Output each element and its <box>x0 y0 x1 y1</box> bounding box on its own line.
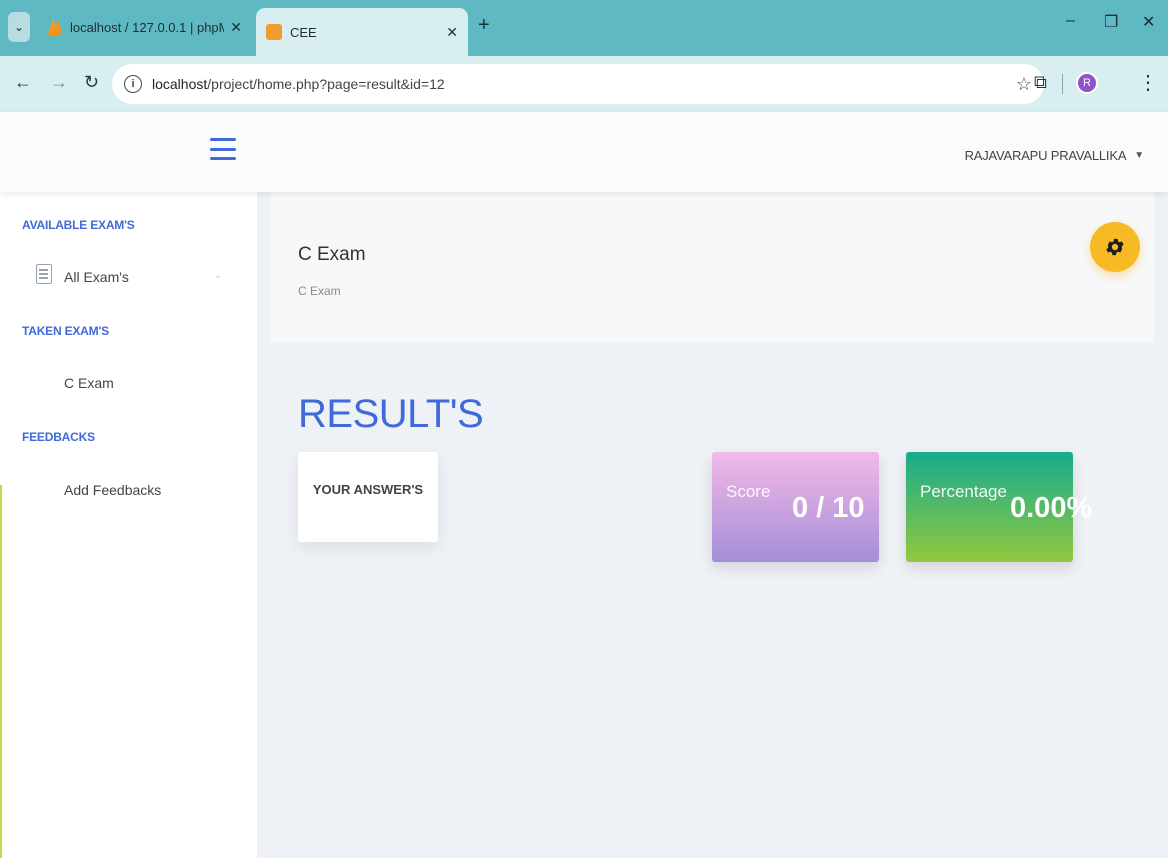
tab-title: localhost / 127.0.0.1 | phpMyAdmin <box>70 19 225 35</box>
sidebar-heading-feedbacks: FEEDBACKS <box>22 430 95 444</box>
left-edge-strip <box>0 485 2 858</box>
user-menu[interactable]: RAJAVARAPU PRAVALLIKA ▼ <box>964 148 1145 163</box>
score-value: 0 / 10 <box>792 492 865 524</box>
user-name: RAJAVARAPU PRAVALLIKA <box>964 148 1127 163</box>
hamburger-menu-icon[interactable] <box>210 138 236 160</box>
extensions-puzzle-icon[interactable]: ⧉ <box>1034 72 1047 93</box>
site-info-icon[interactable]: i <box>124 75 142 93</box>
gear-icon <box>1106 238 1124 256</box>
percentage-value: 0.00% <box>1010 492 1093 524</box>
url-text: localhost/project/home.php?page=result&i… <box>152 76 445 92</box>
score-widget: Score 0 / 10 <box>712 452 879 562</box>
window-close-icon[interactable]: ✕ <box>1142 12 1155 32</box>
browser-menu-icon[interactable]: ⋮ <box>1138 70 1158 95</box>
cee-favicon-icon <box>266 24 282 40</box>
browser-toolbar: ← → ↻ i localhost/project/home.php?page=… <box>0 56 1168 112</box>
page-title-box: C Exam C Exam <box>271 192 1154 342</box>
new-tab-plus-icon[interactable]: + <box>478 14 490 37</box>
tab-search-chevron-icon[interactable]: ⌄ <box>8 12 30 42</box>
restore-icon[interactable]: ❐ <box>1104 12 1118 32</box>
close-icon[interactable]: ✕ <box>224 19 242 36</box>
tab-title: CEE <box>290 24 317 40</box>
settings-gear-button[interactable] <box>1090 222 1140 272</box>
app-header: RAJAVARAPU PRAVALLIKA ▼ <box>0 112 1168 192</box>
forward-arrow-icon[interactable]: → <box>50 72 68 93</box>
reload-icon[interactable]: ↻ <box>84 72 99 93</box>
sidebar-item-c-exam[interactable]: C Exam <box>64 375 114 391</box>
profile-avatar[interactable]: R <box>1076 72 1098 94</box>
bookmark-star-icon[interactable]: ☆ <box>1016 74 1032 95</box>
url-host: localhost <box>152 76 208 92</box>
close-icon[interactable]: ✕ <box>440 24 458 41</box>
sidebar-item-all-exams[interactable]: All Exam's <box>64 269 129 285</box>
results-heading: RESULT'S <box>298 392 484 436</box>
sidebar-item-add-feedbacks[interactable]: Add Feedbacks <box>64 482 161 498</box>
chevron-down-icon: ▼ <box>1134 150 1144 161</box>
document-icon <box>36 264 52 284</box>
tab-cee[interactable]: CEE ✕ <box>256 8 468 56</box>
phpmyadmin-favicon-icon <box>47 19 62 35</box>
browser-tab-strip: ⌄ localhost / 127.0.0.1 | phpMyAdmin ✕ C… <box>0 0 1168 56</box>
percentage-widget: Percentage 0.00% <box>906 452 1092 562</box>
url-path: /project/home.php?page=result&id=12 <box>207 76 445 92</box>
sidebar-heading-available-exams: AVAILABLE EXAM'S <box>22 218 135 232</box>
score-label: Score <box>726 482 771 501</box>
chevron-down-icon[interactable]: ⌄ <box>214 270 222 281</box>
sidebar-heading-taken-exams: TAKEN EXAM'S <box>22 324 109 338</box>
page-subtitle: C Exam <box>298 284 341 298</box>
percentage-label: Percentage <box>920 482 1007 501</box>
address-bar[interactable]: i localhost/project/home.php?page=result… <box>112 64 1044 104</box>
back-arrow-icon[interactable]: ← <box>14 72 32 93</box>
toolbar-divider <box>1062 74 1063 94</box>
sidebar: AVAILABLE EXAM'S All Exam's ⌄ TAKEN EXAM… <box>0 192 257 858</box>
your-answers-button[interactable]: YOUR ANSWER'S <box>298 452 438 542</box>
page-title: C Exam <box>298 244 366 265</box>
tab-phpmyadmin[interactable]: localhost / 127.0.0.1 | phpMyAdmin ✕ <box>36 10 252 44</box>
minimize-icon[interactable]: – <box>1066 12 1075 30</box>
